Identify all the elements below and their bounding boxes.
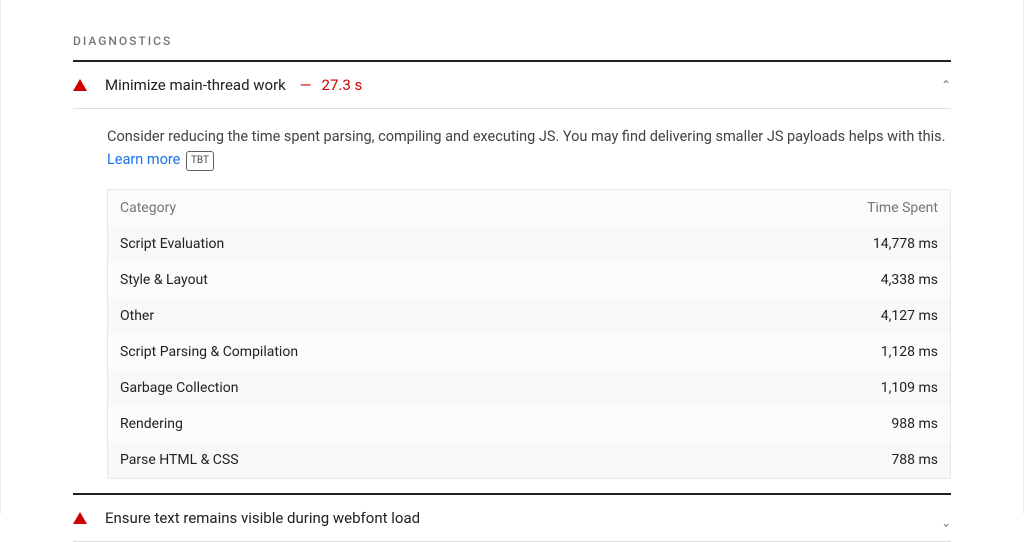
learn-more-link[interactable]: Learn more [107, 151, 180, 168]
cell-category: Other [108, 298, 681, 334]
cell-category: Garbage Collection [108, 370, 681, 406]
chevron-down-icon: ⌃ [941, 515, 951, 529]
cell-time: 988 ms [681, 406, 950, 442]
cell-category: Script Evaluation [108, 226, 681, 262]
table-row: Parse HTML & CSS788 ms [108, 442, 950, 478]
audit-title: Ensure text remains visible during webfo… [105, 509, 420, 527]
cell-category: Style & Layout [108, 262, 681, 298]
audit-title: Minimize main-thread work [105, 76, 286, 94]
cell-time: 14,778 ms [681, 226, 950, 262]
audit-metric-value: 27.3 s [322, 76, 363, 94]
audit-description: Consider reducing the time spent parsing… [73, 109, 951, 189]
audit-webfont-header[interactable]: Ensure text remains visible during webfo… [73, 495, 951, 541]
audit-description-text: Consider reducing the time spent parsing… [107, 128, 945, 145]
triangle-fail-icon [73, 79, 87, 91]
audit-minimize-main-thread-header[interactable]: Minimize main-thread work — 27.3 s ⌃ [73, 62, 951, 108]
cell-category: Script Parsing & Compilation [108, 334, 681, 370]
cell-time: 4,338 ms [681, 262, 950, 298]
diagnostics-section-label: DIAGNOSTICS [73, 0, 951, 60]
cell-time: 1,109 ms [681, 370, 950, 406]
cell-category: Rendering [108, 406, 681, 442]
table-header-row: Category Time Spent [108, 190, 950, 226]
cell-time: 1,128 ms [681, 334, 950, 370]
table-row: Script Parsing & Compilation1,128 ms [108, 334, 950, 370]
table-row: Style & Layout4,338 ms [108, 262, 950, 298]
col-header-category: Category [108, 190, 681, 226]
chevron-up-icon: ⌃ [941, 78, 951, 92]
triangle-fail-icon [73, 512, 87, 524]
table-row: Script Evaluation14,778 ms [108, 226, 950, 262]
table-row: Rendering988 ms [108, 406, 950, 442]
cell-category: Parse HTML & CSS [108, 442, 681, 478]
table-row: Garbage Collection1,109 ms [108, 370, 950, 406]
cell-time: 4,127 ms [681, 298, 950, 334]
tbt-badge: TBT [186, 151, 214, 171]
col-header-time: Time Spent [681, 190, 950, 226]
table-row: Other4,127 ms [108, 298, 950, 334]
main-thread-table: Category Time Spent Script Evaluation14,… [107, 189, 951, 479]
cell-time: 788 ms [681, 442, 950, 478]
audit-dash: — [300, 76, 312, 94]
